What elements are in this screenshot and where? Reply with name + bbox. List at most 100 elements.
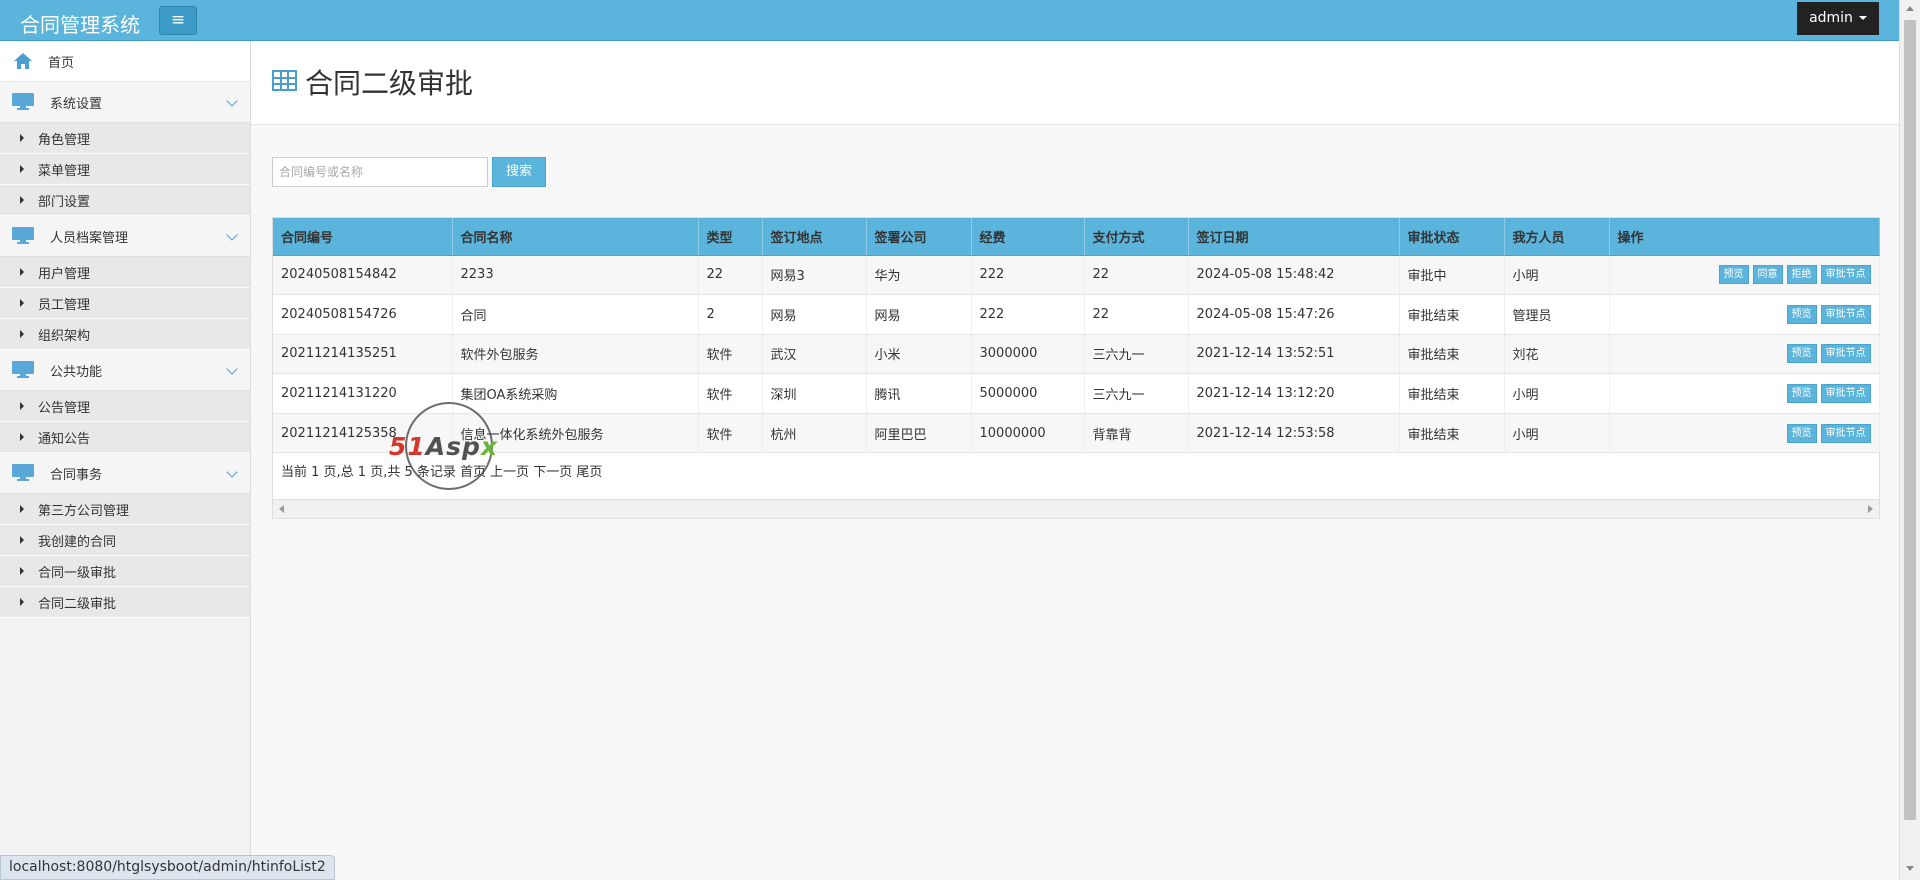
column-header[interactable]: 签订日期 [1188,218,1400,256]
table-icon [272,70,297,91]
table-cell: 审批中 [1399,255,1505,296]
scroll-left-icon[interactable] [279,505,284,513]
table-cell: 2 [698,294,763,335]
sidebar-item-departments[interactable]: 部门设置 [0,185,250,216]
table-cell: 2021-12-14 13:52:51 [1188,334,1400,375]
menu-toggle-button[interactable]: ≡ [159,6,197,35]
desktop-icon [12,227,34,245]
column-header[interactable]: 经费 [971,218,1085,256]
sidebar-group-public[interactable]: 公共功能 [0,350,250,391]
scroll-right-icon[interactable] [1868,505,1873,513]
sidebar-item-label: 公告管理 [38,400,91,416]
table-row[interactable]: 20211214131220 集团OA系统采购 软件 深圳 腾讯 5000000… [273,373,1880,414]
caret-right-icon [20,330,24,338]
table-cell: 10000000 [971,413,1085,454]
pagination-text[interactable]: 当前 1 页,总 1 页,共 5 条记录 首页 上一页 下一页 尾页 [281,461,602,480]
sidebar-item-org-structure[interactable]: 组织架构 [0,319,250,350]
approval-nodes-button[interactable]: 审批节点 [1820,344,1871,364]
table-row[interactable]: 20240508154842 2233 22 网易3 华为 222 22 202… [273,255,1880,296]
column-header[interactable]: 合同编号 [273,218,453,256]
column-header[interactable]: 支付方式 [1084,218,1189,256]
table-cell: 背靠背 [1084,413,1189,454]
approve-button[interactable]: 同意 [1752,265,1783,285]
sidebar-item-label: 用户管理 [38,266,91,282]
sidebar-group-label: 合同事务 [50,467,103,483]
table-cell: 22 [1084,255,1189,296]
table-cell: 刘花 [1504,334,1610,375]
table-cell: 审批结束 [1399,294,1505,335]
table-cell: 3000000 [971,334,1085,375]
table-cell: 网易 [762,294,867,335]
sidebar-item-notices[interactable]: 通知公告 [0,422,250,453]
approval-nodes-button[interactable]: 审批节点 [1820,304,1871,324]
table-row[interactable]: 20211214125358 信息一体化系统外包服务 软件 杭州 阿里巴巴 10… [273,413,1880,454]
desktop-icon [12,464,34,482]
sidebar-group-system[interactable]: 系统设置 [0,82,250,123]
approval-nodes-button[interactable]: 审批节点 [1820,384,1871,404]
preview-button[interactable]: 预览 [1718,265,1749,285]
column-header[interactable]: 类型 [698,218,763,256]
table-cell: 小明 [1504,413,1610,454]
sidebar-item-label: 合同一级审批 [38,565,117,581]
table-cell: 20211214125358 [273,413,453,454]
table-row[interactable]: 20240508154726 合同 2 网易 网易 222 22 2024-05… [273,294,1880,335]
sidebar-item-home[interactable]: 首页 [0,41,250,82]
actions-cell: 预览 审批节点 [1609,373,1880,414]
column-header: 操作 [1609,218,1880,256]
column-header[interactable]: 签订地点 [762,218,867,256]
sidebar-item-my-contracts[interactable]: 我创建的合同 [0,525,250,556]
scroll-down-icon[interactable] [1906,866,1914,871]
sidebar-item-label: 第三方公司管理 [38,503,130,519]
table-cell: 20240508154842 [273,255,453,296]
sidebar-item-label: 角色管理 [38,132,91,148]
search-input[interactable] [272,157,488,187]
preview-button[interactable]: 预览 [1786,304,1817,324]
sidebar-group-contracts[interactable]: 合同事务 [0,453,250,494]
table-cell: 武汉 [762,334,867,375]
caret-right-icon [20,196,24,204]
caret-right-icon [20,268,24,276]
table-cell: 5000000 [971,373,1085,414]
sidebar-item-label: 员工管理 [38,297,91,313]
scroll-up-icon[interactable] [1906,6,1914,11]
sidebar-item-third-party[interactable]: 第三方公司管理 [0,494,250,525]
sidebar-item-roles[interactable]: 角色管理 [0,123,250,154]
table-row[interactable]: 20211214135251 软件外包服务 软件 武汉 小米 3000000 三… [273,334,1880,375]
caret-right-icon [20,134,24,142]
sidebar-item-announcements[interactable]: 公告管理 [0,391,250,422]
column-header[interactable]: 签署公司 [866,218,972,256]
table-cell: 三六九一 [1084,373,1189,414]
sidebar-item-second-approval[interactable]: 合同二级审批 [0,587,250,618]
page-header: 合同二级审批 [251,41,1899,125]
search-button[interactable]: 搜索 [492,157,546,187]
app-title[interactable]: 合同管理系统 [20,9,140,38]
approval-nodes-button[interactable]: 审批节点 [1820,423,1871,443]
sidebar-group-personnel[interactable]: 人员档案管理 [0,216,250,257]
vertical-scrollbar[interactable] [1899,0,1920,880]
table-cell: 2233 [452,255,699,296]
preview-button[interactable]: 预览 [1786,344,1817,364]
sidebar-item-menus[interactable]: 菜单管理 [0,154,250,185]
sidebar-group-label: 系统设置 [50,96,103,112]
column-header[interactable]: 我方人员 [1504,218,1610,256]
sidebar-item-label: 组织架构 [38,328,91,344]
table-cell: 2021-12-14 13:12:20 [1188,373,1400,414]
table-cell: 软件外包服务 [452,334,699,375]
table-cell: 审批结束 [1399,373,1505,414]
sidebar-item-label: 我创建的合同 [38,534,117,550]
sidebar-item-employees[interactable]: 员工管理 [0,288,250,319]
scrollbar-thumb[interactable] [1904,20,1916,820]
user-name: admin [1809,10,1853,26]
preview-button[interactable]: 预览 [1786,384,1817,404]
sidebar-group-label: 公共功能 [50,364,103,380]
table-cell: 小明 [1504,373,1610,414]
preview-button[interactable]: 预览 [1786,423,1817,443]
column-header[interactable]: 审批状态 [1399,218,1505,256]
reject-button[interactable]: 拒绝 [1786,265,1817,285]
sidebar-item-first-approval[interactable]: 合同一级审批 [0,556,250,587]
user-dropdown[interactable]: admin [1797,2,1879,35]
approval-nodes-button[interactable]: 审批节点 [1820,265,1871,285]
sidebar-item-users[interactable]: 用户管理 [0,257,250,288]
column-header[interactable]: 合同名称 [452,218,699,256]
horizontal-scrollbar[interactable] [273,499,1879,518]
